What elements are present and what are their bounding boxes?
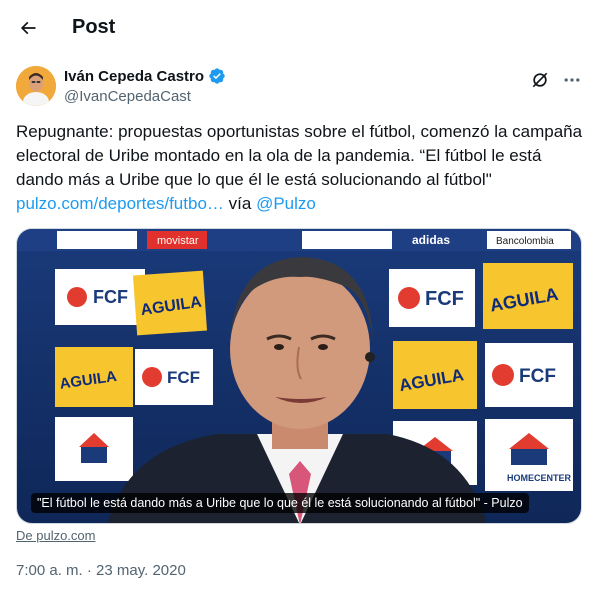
video-thumbnail: movistar adidas Bancolombia FCF AGUILA A… [17,229,581,523]
author-name[interactable]: Iván Cepeda Castro [64,68,204,85]
fcf-text-3: FCF [425,288,464,310]
link-card-image[interactable]: movistar adidas Bancolombia FCF AGUILA A… [16,228,582,524]
author-name-line: Iván Cepeda Castro [64,67,226,85]
more-button[interactable] [560,68,584,92]
post-header: Post [0,0,600,56]
image-caption: "El fútbol le está dando más a Uribe que… [31,493,529,513]
fcf-text-4: FCF [519,366,556,387]
avatar[interactable] [16,66,56,106]
author-handle[interactable]: @IvanCepedaCast [64,88,191,105]
grok-button[interactable] [528,68,552,92]
adidas-text: adidas [412,233,450,247]
fcf-text-1: FCF [93,287,128,307]
grok-icon [532,72,548,88]
tweet-body: Repugnante: propuestas oportunistas sobr… [16,122,583,189]
source-link[interactable]: De pulzo.com [16,528,95,543]
page-title: Post [72,16,116,38]
homecenter-text: HOMECENTER [507,473,572,483]
article-link[interactable]: pulzo.com/deportes/futbo… [16,194,224,213]
tweet-text: Repugnante: propuestas oportunistas sobr… [16,120,584,216]
movistar-text: movistar [157,235,199,247]
more-horizontal-icon [564,78,580,82]
arrow-left-icon [20,21,36,35]
bancolombia-text: Bancolombia [496,236,554,247]
via-text: vía [228,194,252,213]
sponsor-strip: movistar adidas Bancolombia [17,229,581,251]
post-timestamp[interactable]: 7:00 a. m. · 23 may. 2020 [16,562,186,579]
author-row: Iván Cepeda Castro @IvanCepedaCast [16,64,584,108]
verified-badge-icon [209,68,225,84]
back-button[interactable] [8,8,48,48]
mention-link[interactable]: @Pulzo [256,194,316,213]
fcf-text-2: FCF [167,368,200,387]
